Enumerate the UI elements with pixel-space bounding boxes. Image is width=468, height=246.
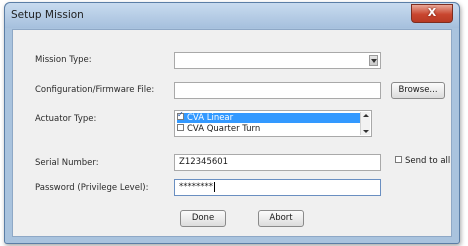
list-item[interactable]: CVA Linear (177, 110, 362, 123)
serial-number-value: Z12345601 (179, 157, 229, 167)
send-to-all-checkbox[interactable] (395, 156, 402, 163)
close-button[interactable]: X (411, 4, 453, 23)
password-label: Password (Privilege Level): (35, 183, 149, 193)
serial-number-label: Serial Number: (35, 158, 99, 168)
actuator-type-list[interactable]: CVA Linear CVA Quarter Turn (174, 110, 372, 137)
list-item-label: CVA Linear (187, 113, 234, 123)
text-caret (214, 181, 215, 192)
window-title: Setup Mission (11, 9, 84, 21)
dialog-body: Mission Type: Configuration/Firmware Fil… (12, 29, 452, 237)
send-to-all-label: Send to all (405, 156, 451, 166)
list-item[interactable]: CVA Quarter Turn (177, 124, 260, 134)
send-to-all-option[interactable]: Send to all (395, 156, 450, 166)
list-item-label: CVA Quarter Turn (187, 124, 261, 134)
setup-mission-dialog: Setup Mission X Mission Type: Configurat… (4, 2, 460, 244)
password-input[interactable]: ******** (174, 179, 381, 196)
mission-type-dropdown[interactable] (174, 52, 381, 69)
checkbox-unchecked[interactable] (177, 124, 184, 131)
password-value: ******** (179, 182, 213, 192)
actuator-type-label: Actuator Type: (35, 114, 97, 124)
checkbox-checked[interactable] (177, 110, 184, 120)
serial-number-input[interactable]: Z12345601 (174, 154, 381, 171)
config-file-input[interactable] (174, 82, 381, 99)
list-scrollbar[interactable] (360, 112, 370, 135)
config-file-label: Configuration/Firmware File: (35, 85, 155, 95)
done-button[interactable]: Done (180, 210, 226, 227)
scroll-down-icon[interactable] (363, 130, 369, 133)
browse-button[interactable]: Browse... (391, 82, 445, 99)
mission-type-label: Mission Type: (35, 55, 92, 65)
scroll-up-icon[interactable] (363, 114, 369, 117)
abort-button[interactable]: Abort (258, 210, 304, 227)
close-icon: X (427, 6, 437, 19)
chevron-down-icon[interactable] (369, 55, 378, 66)
title-bar[interactable]: Setup Mission X (5, 3, 459, 28)
